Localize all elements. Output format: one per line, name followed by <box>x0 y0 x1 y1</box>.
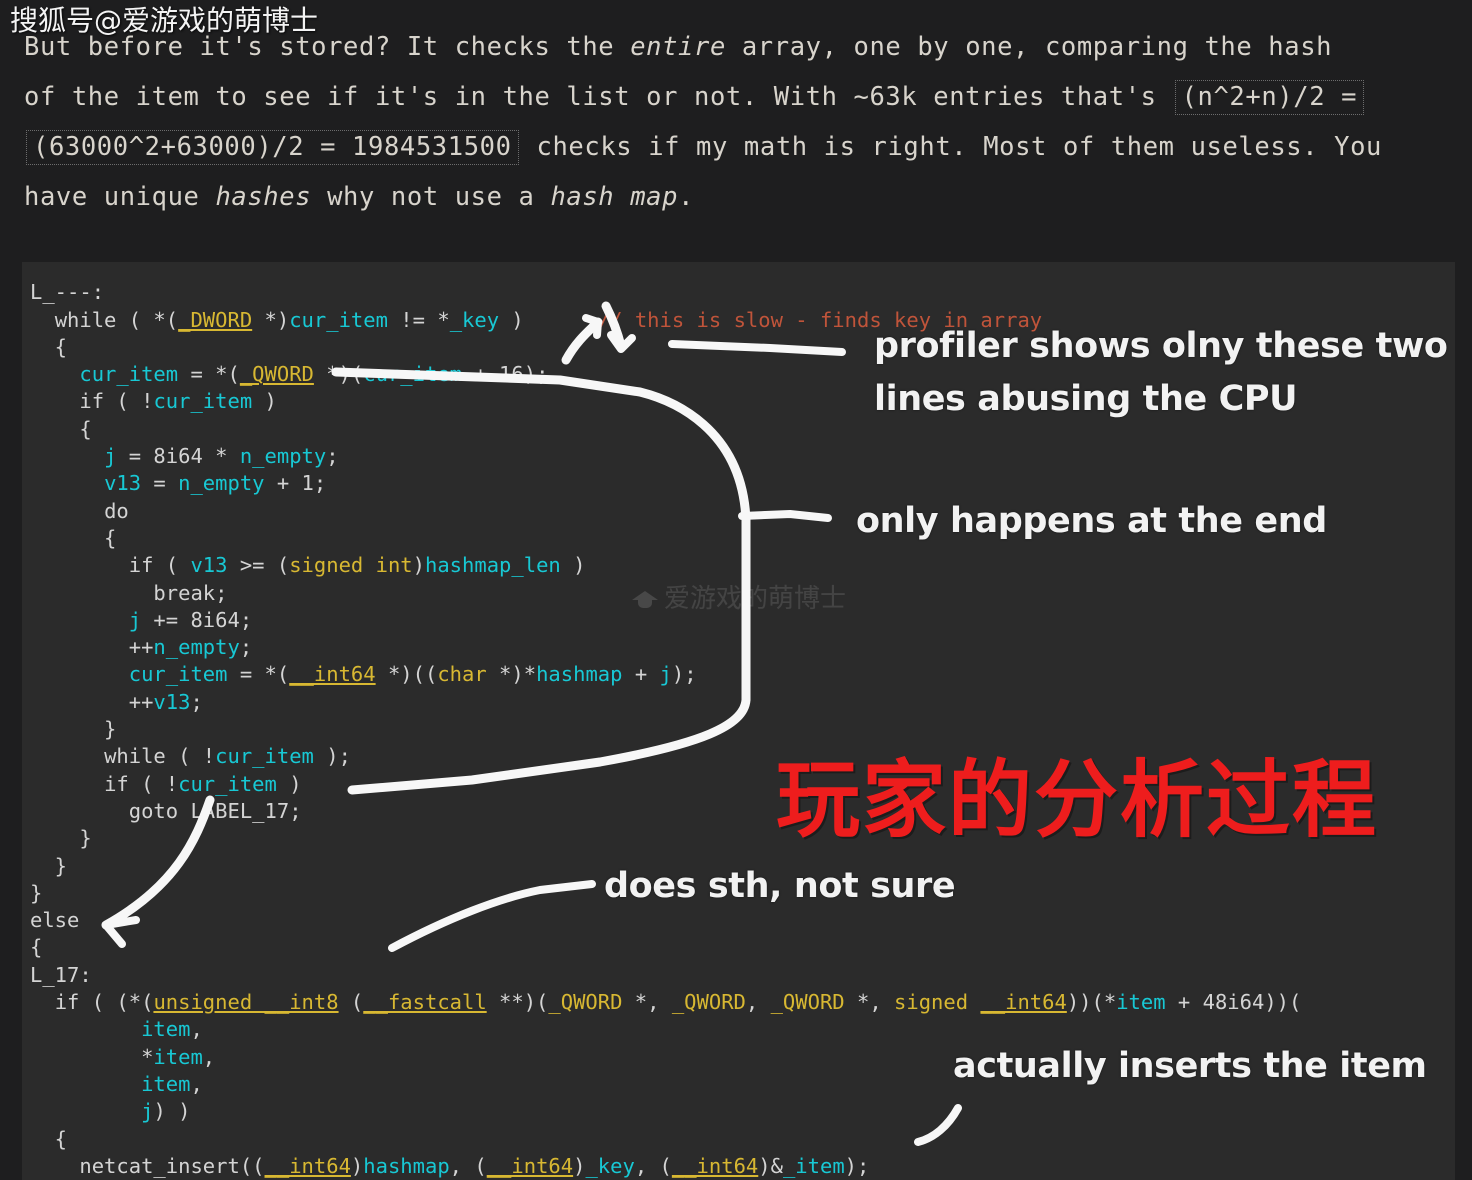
annotation-only-at-end: only happens at the end <box>856 501 1327 541</box>
prose-line-2: of the item to see if it's in the list o… <box>24 72 1464 122</box>
prose-line2-a: of the item to see if it's in the list o… <box>24 82 1173 112</box>
code-line: if ( (*(unsigned __int8 (__fastcall **)(… <box>54 990 1302 1015</box>
code-line: j = 8i64 * n_empty; <box>104 444 339 469</box>
code-line: { <box>30 935 43 960</box>
code-line: if ( v13 >= (signed int)hashmap_len ) <box>128 553 586 578</box>
prose-line4-c: . <box>678 182 695 212</box>
screenshot-root: But before it's stored? It checks the en… <box>0 0 1472 1180</box>
code-line: L_17: <box>30 962 92 987</box>
sohu-watermark: 搜狐号@爱游戏的萌博士 <box>10 4 319 37</box>
code-line: netcat_insert((__int64)hashmap, (__int64… <box>79 1153 870 1178</box>
prose-line-4: have unique hashes why not use a hash ma… <box>24 172 1464 222</box>
center-watermark-text: 爱游戏的萌博士 <box>664 584 847 614</box>
code-line: j) ) <box>141 1099 191 1124</box>
annotation-does-sth: does sth, not sure <box>604 866 956 906</box>
code-line: ++n_empty; <box>30 635 253 660</box>
graduation-cap-icon <box>632 589 658 609</box>
formula-box-2: (63000^2+63000)/2 = 1984531500 <box>26 130 519 165</box>
code-line: ++v13; <box>30 689 203 714</box>
prose-line4-b: why not use a <box>311 182 551 212</box>
prose-line-3: (63000^2+63000)/2 = 1984531500 checks if… <box>24 122 1464 172</box>
formula-box-1: (n^2+n)/2 = <box>1174 80 1365 115</box>
annotation-profiler: profiler shows olny these two lines abus… <box>874 326 1448 419</box>
prose-line4-emph: hashes <box>215 182 312 212</box>
prose-line3-b: checks if my math is right. Most of them… <box>520 132 1383 162</box>
prose-line4-a: have unique <box>24 182 216 212</box>
prose-line1-b: array, one by one, comparing the hash <box>725 32 1333 62</box>
prose-line4-emph2: hash map <box>550 182 679 212</box>
prose-paragraph: But before it's stored? It checks the en… <box>24 22 1464 222</box>
code-line: { <box>30 1126 68 1151</box>
center-watermark: 爱游戏的萌博士 <box>632 582 846 616</box>
annotation-inserts-item: actually inserts the item <box>953 1046 1427 1086</box>
code-line: } <box>30 717 117 742</box>
red-overlay-title: 玩家的分析过程 <box>776 751 1379 849</box>
code-line: L_---: <box>30 280 105 305</box>
code-line: v13 = n_empty + 1; <box>104 471 327 496</box>
code-line: cur_item = *(__int64 *)((char *)*hashmap… <box>128 662 697 687</box>
prose-line1-emph: entire <box>630 32 726 62</box>
